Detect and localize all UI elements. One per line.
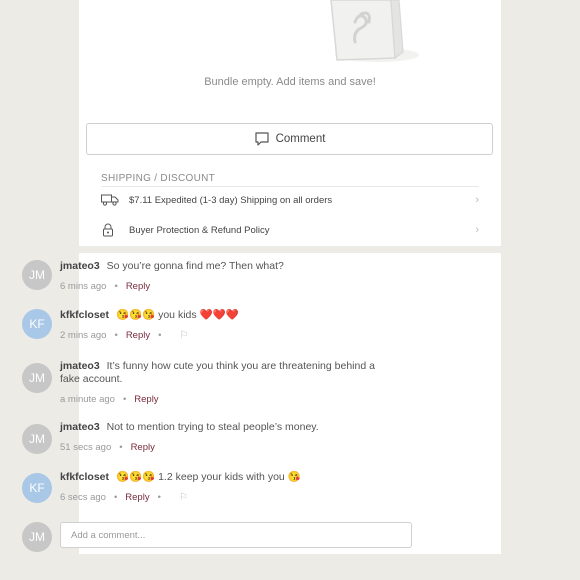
comment-text: 😘😘😘 you kids ❤️❤️❤️ — [115, 309, 239, 321]
comment-text: It’s funny how cute you think you are th… — [60, 360, 375, 385]
comment-username[interactable]: jmateo3 — [60, 360, 100, 372]
reply-link[interactable]: Reply — [126, 329, 150, 342]
comment-username[interactable]: kfkfcloset — [60, 471, 109, 483]
shipping-heading: SHIPPING / DISCOUNT — [101, 173, 216, 184]
lock-icon — [101, 223, 129, 237]
comment-timestamp: a minute ago — [60, 394, 115, 405]
reply-link[interactable]: Reply — [125, 491, 149, 504]
chevron-right-icon: › — [475, 194, 479, 206]
separator-dot: • — [114, 330, 118, 341]
buyer-protection-row[interactable]: Buyer Protection & Refund Policy › — [101, 219, 479, 241]
avatar[interactable]: JM — [22, 363, 52, 393]
speech-bubble-icon — [254, 132, 269, 146]
bundle-empty-text: Bundle empty. Add items and save! — [204, 76, 376, 88]
shipping-text: $7.11 Expedited (1-3 day) Shipping on al… — [129, 194, 333, 206]
comment-button[interactable]: Comment — [86, 123, 493, 155]
flag-icon[interactable]: ⚐ — [179, 491, 188, 504]
truck-icon — [101, 194, 129, 206]
avatar[interactable]: JM — [22, 424, 52, 454]
flag-icon[interactable]: ⚐ — [179, 329, 188, 342]
reply-link[interactable]: Reply — [126, 280, 150, 293]
comment-text: 😘😘😘 1.2 keep your kids with you 😘 — [115, 471, 301, 483]
separator-dot: • — [113, 492, 118, 503]
comment-timestamp: 2 mins ago — [60, 330, 107, 341]
avatar[interactable]: JM — [22, 260, 52, 290]
separator-dot: • — [158, 330, 162, 341]
separator-dot: • — [122, 394, 127, 405]
comment-timestamp: 6 mins ago — [60, 281, 107, 292]
add-comment-input[interactable] — [60, 522, 412, 548]
listing-panel: Bundle empty. Add items and save! Commen… — [79, 0, 501, 246]
comment-text: So you’re gonna find me? Then what? — [106, 260, 284, 272]
avatar: JM — [22, 522, 52, 552]
comment-button-label: Comment — [275, 133, 326, 145]
comment-text: Not to mention trying to steal people’s … — [106, 421, 319, 433]
divider — [101, 186, 479, 187]
separator-dot: • — [157, 492, 161, 503]
separator-dot: • — [114, 281, 118, 292]
reply-link[interactable]: Reply — [134, 393, 158, 406]
reply-link[interactable]: Reply — [131, 441, 155, 454]
shipping-row[interactable]: $7.11 Expedited (1-3 day) Shipping on al… — [101, 189, 479, 211]
comment-username[interactable]: jmateo3 — [60, 421, 100, 433]
avatar[interactable]: KF — [22, 473, 52, 503]
comment-username[interactable]: jmateo3 — [60, 260, 100, 272]
chevron-right-icon: › — [475, 224, 479, 236]
avatar[interactable]: KF — [22, 309, 52, 339]
buyer-protection-text: Buyer Protection & Refund Policy — [129, 224, 270, 236]
comment-username[interactable]: kfkfcloset — [60, 309, 109, 321]
shopping-bag-icon — [330, 0, 419, 62]
comment-timestamp: 6 secs ago — [60, 492, 106, 503]
comment-timestamp: 51 secs ago — [60, 442, 112, 453]
separator-dot: • — [119, 442, 123, 453]
